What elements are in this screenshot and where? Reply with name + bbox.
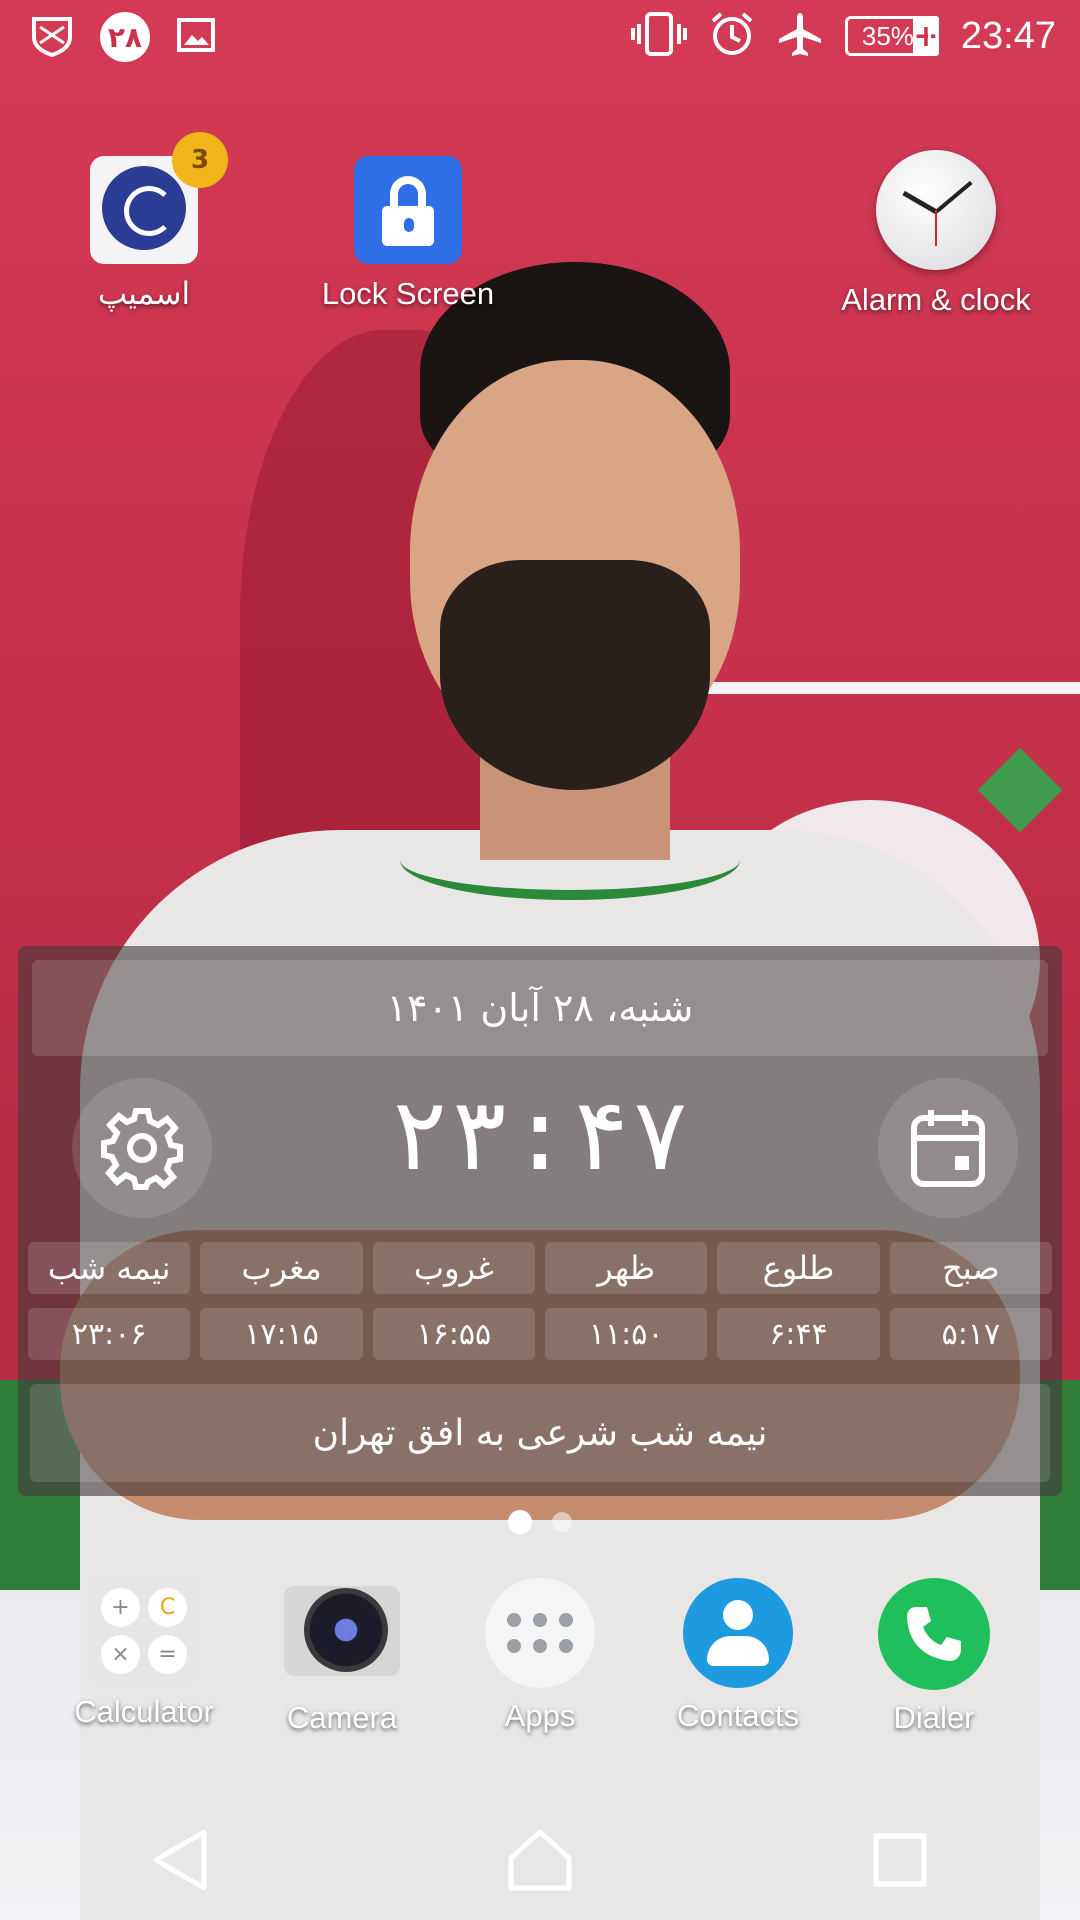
prayer-name: مغرب [200,1242,363,1294]
dock-calculator[interactable]: + C × = Calculator [44,1578,244,1730]
prayer-name: صبح [889,1242,1052,1294]
dock-label: Apps [504,1698,576,1733]
prayer-column-maghrib: مغرب ۱۷:۱۵ [200,1242,363,1360]
smeep-app-icon: 3 [90,132,228,264]
prayer-column-sunset: غروب ۱۶:۵۵ [372,1242,536,1360]
vibrate-icon [630,10,687,62]
shield-notification-icon [30,13,74,61]
widget-settings-button[interactable] [72,1078,212,1218]
prayer-time: ۱۶:۵۵ [372,1308,536,1360]
app-lock-screen[interactable]: Lock Screen [278,156,538,312]
dock-dialer[interactable]: Dialer [834,1578,1034,1736]
dock-label: Calculator [74,1694,214,1729]
camera-icon [284,1586,400,1676]
prayer-times-widget[interactable]: شنبه، ۲۸ آبان ۱۴۰۱ ۲۳:۴۷ صبح ۵:۱۷ طلوع ۶… [18,946,1062,1496]
navigation-bar [0,1800,1080,1920]
prayer-time: ۲۳:۰۶ [28,1308,191,1360]
contacts-icon [683,1578,793,1688]
dock-camera[interactable]: Camera [242,1578,442,1736]
prayer-time: ۱۷:۱۵ [200,1308,363,1360]
home-icon [508,1829,572,1891]
prayer-name: نیمه شب [28,1242,191,1294]
recents-button[interactable] [850,1810,950,1910]
widget-calendar-button[interactable] [878,1078,1018,1218]
back-icon [153,1829,207,1891]
prayer-time: ۵:۱۷ [889,1308,1052,1360]
prayer-column-fajr: صبح ۵:۱۷ [889,1242,1052,1360]
page-dot [552,1512,572,1532]
widget-footer-note: نیمه شب شرعی به افق تهران [30,1384,1050,1482]
calculator-icon: + C × = [91,1578,197,1684]
image-notification-icon [176,15,216,59]
app-alarm-clock[interactable]: Alarm & clock [806,150,1066,318]
dock-contacts[interactable]: Contacts [638,1578,838,1734]
prayer-column-midnight: نیمه شب ۲۳:۰۶ [28,1242,191,1360]
prayer-time: ۶:۴۴ [717,1308,880,1360]
page-dot-active [508,1510,532,1534]
prayer-name: غروب [372,1242,536,1294]
app-smeep[interactable]: 3 اسمیپ [14,132,274,312]
app-label: Alarm & clock [841,282,1031,317]
home-button[interactable] [490,1810,590,1910]
recents-icon [873,1833,927,1887]
phone-icon [878,1578,990,1690]
alarm-icon [709,11,755,61]
app-label: Lock Screen [321,276,495,311]
back-button[interactable] [130,1810,230,1910]
prayer-name: طلوع [717,1242,880,1294]
prayer-column-dhuhr: ظهر ۱۱:۵۰ [545,1242,708,1360]
clock-icon [876,150,996,270]
dock-label: Contacts [676,1698,800,1733]
dock-apps[interactable]: Apps [440,1578,640,1734]
apps-grid-icon [485,1578,595,1688]
prayer-name: ظهر [545,1242,708,1294]
widget-date[interactable]: شنبه، ۲۸ آبان ۱۴۰۱ [32,960,1048,1056]
app-label: اسمیپ [97,276,191,311]
page-indicator [0,1510,1080,1534]
gear-icon [101,1108,183,1190]
prayer-times-table: صبح ۵:۱۷ طلوع ۶:۴۴ ظهر ۱۱:۵۰ غروب ۱۶:۵۵ … [28,1242,1052,1360]
battery-icon: 35% [844,16,931,56]
dock-label: Camera [286,1700,398,1735]
status-time: 23:47 [960,14,1056,57]
notification-badge: 3 [172,132,228,188]
prayer-column-sunrise: طلوع ۶:۴۴ [717,1242,880,1360]
status-bar: ۲۸ 35% + 23:47 [0,0,1080,78]
prayer-time: ۱۱:۵۰ [545,1308,708,1360]
lock-icon [354,156,462,264]
dock-label: Dialer [893,1700,975,1735]
airplane-mode-icon [777,11,823,61]
date-badge: ۲۸ [100,12,150,62]
calendar-icon [911,1110,985,1187]
